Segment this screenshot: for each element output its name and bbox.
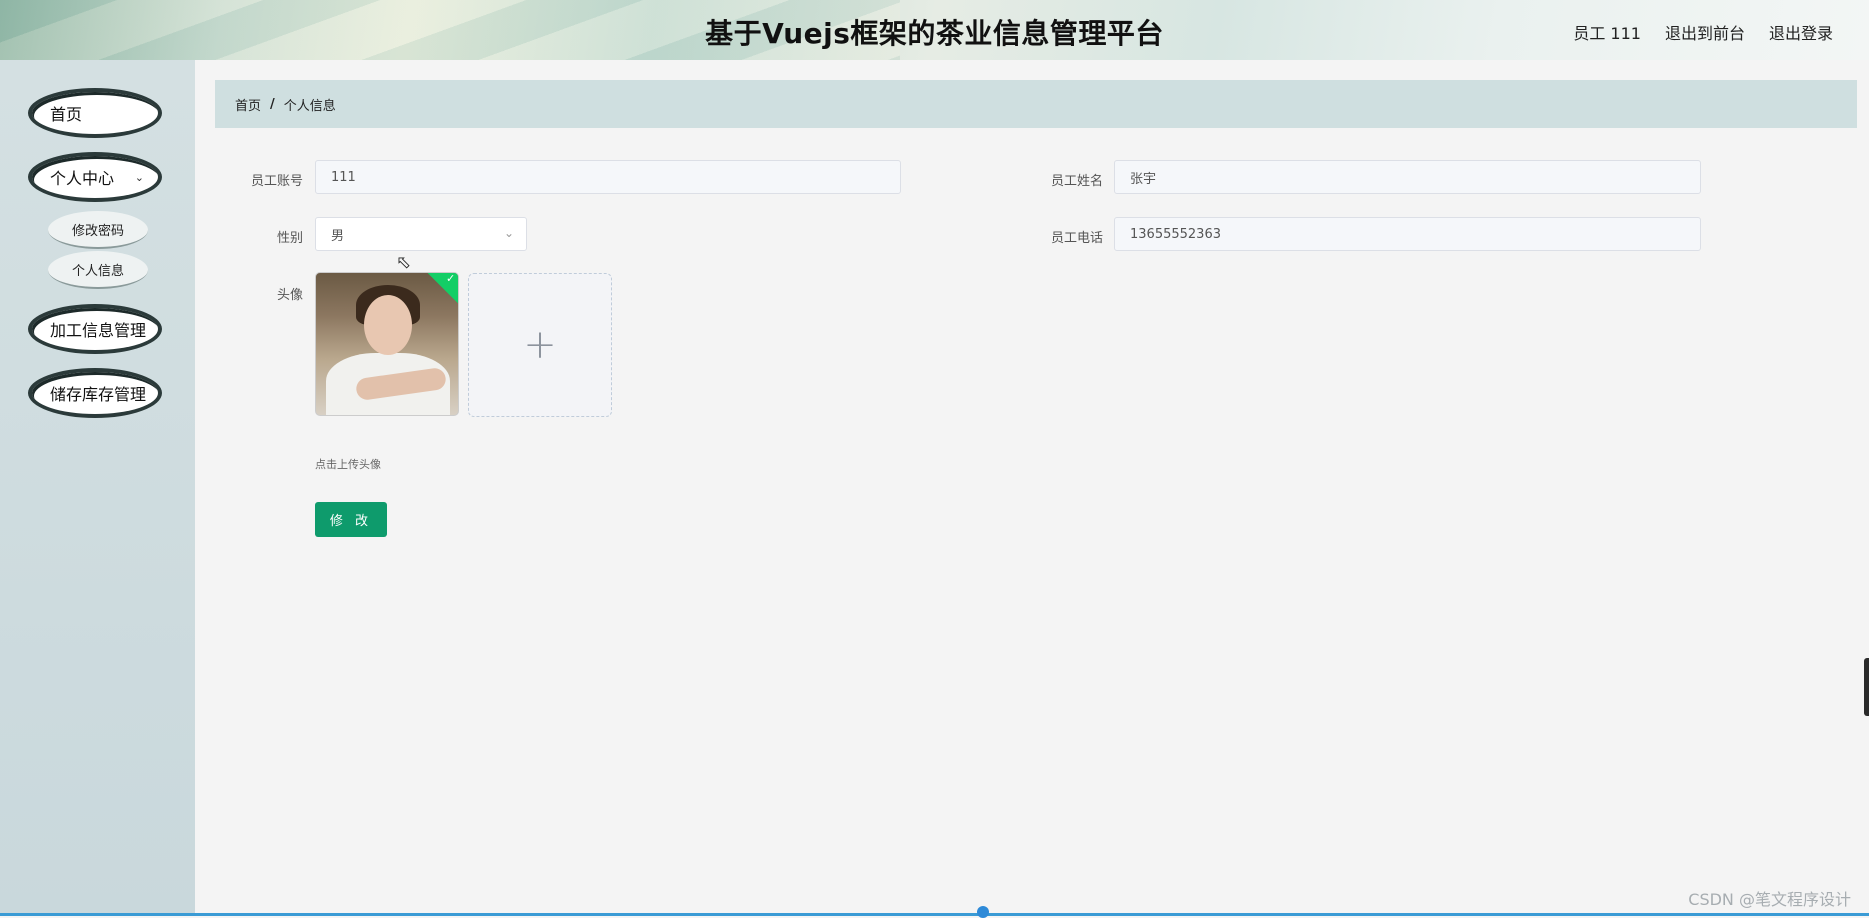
logout-link[interactable]: 退出登录 xyxy=(1769,20,1833,44)
name-field[interactable]: 张宇 xyxy=(1114,160,1701,194)
top-header: 基于Vuejs框架的茶业信息管理平台 员工 111 退出到前台 退出登录 xyxy=(0,0,1869,60)
breadcrumb: 首页 / 个人信息 xyxy=(215,80,1857,128)
avatar-label: 头像 xyxy=(276,288,303,303)
plus-icon: + xyxy=(523,322,557,368)
current-user-label: 员工 111 xyxy=(1573,24,1641,43)
account-label: 员工账号 xyxy=(250,174,303,189)
mouse-cursor-icon: ⬁ xyxy=(396,252,412,273)
sidebar-item-label: 加工信息管理 xyxy=(50,321,147,340)
check-icon: ✓ xyxy=(446,272,456,285)
sidebar-subitem-label: 个人信息 xyxy=(71,263,124,279)
sidebar-item-label: 首页 xyxy=(50,105,83,124)
sidebar-subitem-change-password[interactable]: 修改密码 xyxy=(48,211,148,249)
sidebar-item-personal-center[interactable]: 个人中心 ⌄ xyxy=(28,152,162,202)
scrollbar-handle[interactable] xyxy=(1864,658,1869,716)
sidebar-item-label: 个人中心 xyxy=(50,169,115,188)
sidebar-item-home[interactable]: 首页 xyxy=(28,88,162,138)
submit-button[interactable]: 修 改 xyxy=(315,502,387,537)
sidebar-item-label: 储存库存管理 xyxy=(50,385,147,404)
phone-label: 员工电话 xyxy=(1050,231,1103,246)
name-value: 张宇 xyxy=(1130,171,1157,187)
account-field[interactable]: 111 xyxy=(315,160,901,194)
phone-value: 13655552363 xyxy=(1130,226,1221,242)
name-label: 员工姓名 xyxy=(1050,174,1103,189)
back-to-front-link[interactable]: 退出到前台 xyxy=(1665,20,1745,44)
breadcrumb-separator: / xyxy=(270,96,275,112)
header-actions: 员工 111 退出到前台 退出登录 xyxy=(1573,20,1833,44)
gender-label: 性别 xyxy=(276,231,303,246)
phone-field[interactable]: 13655552363 xyxy=(1114,217,1701,251)
upload-success-badge: ✓ xyxy=(426,272,458,305)
upload-hint: 点击上传头像 xyxy=(315,458,381,471)
breadcrumb-home[interactable]: 首页 xyxy=(235,95,261,114)
sidebar-item-storage[interactable]: 储存库存管理 xyxy=(28,368,162,418)
bottom-slider-dot[interactable] xyxy=(977,906,989,918)
avatar-preview[interactable]: ✓ xyxy=(315,272,459,416)
sidebar-item-processing[interactable]: 加工信息管理 xyxy=(28,304,162,354)
chevron-down-icon: ⌄ xyxy=(503,226,514,240)
watermark: CSDN @笔文程序设计 xyxy=(1688,890,1851,909)
chevron-down-icon: ⌄ xyxy=(134,171,144,184)
sidebar-subitem-personal-info[interactable]: 个人信息 xyxy=(48,251,148,289)
sidebar: 首页 个人中心 ⌄ 修改密码 个人信息 加工信息管理 储存库存管理 xyxy=(0,60,195,916)
avatar-upload-button[interactable]: + xyxy=(468,273,612,417)
sidebar-subitem-label: 修改密码 xyxy=(71,223,124,239)
gender-value: 男 xyxy=(331,228,345,244)
breadcrumb-current: 个人信息 xyxy=(283,98,336,114)
account-value: 111 xyxy=(331,169,356,185)
gender-select[interactable]: 男 ⌄ xyxy=(315,217,527,251)
